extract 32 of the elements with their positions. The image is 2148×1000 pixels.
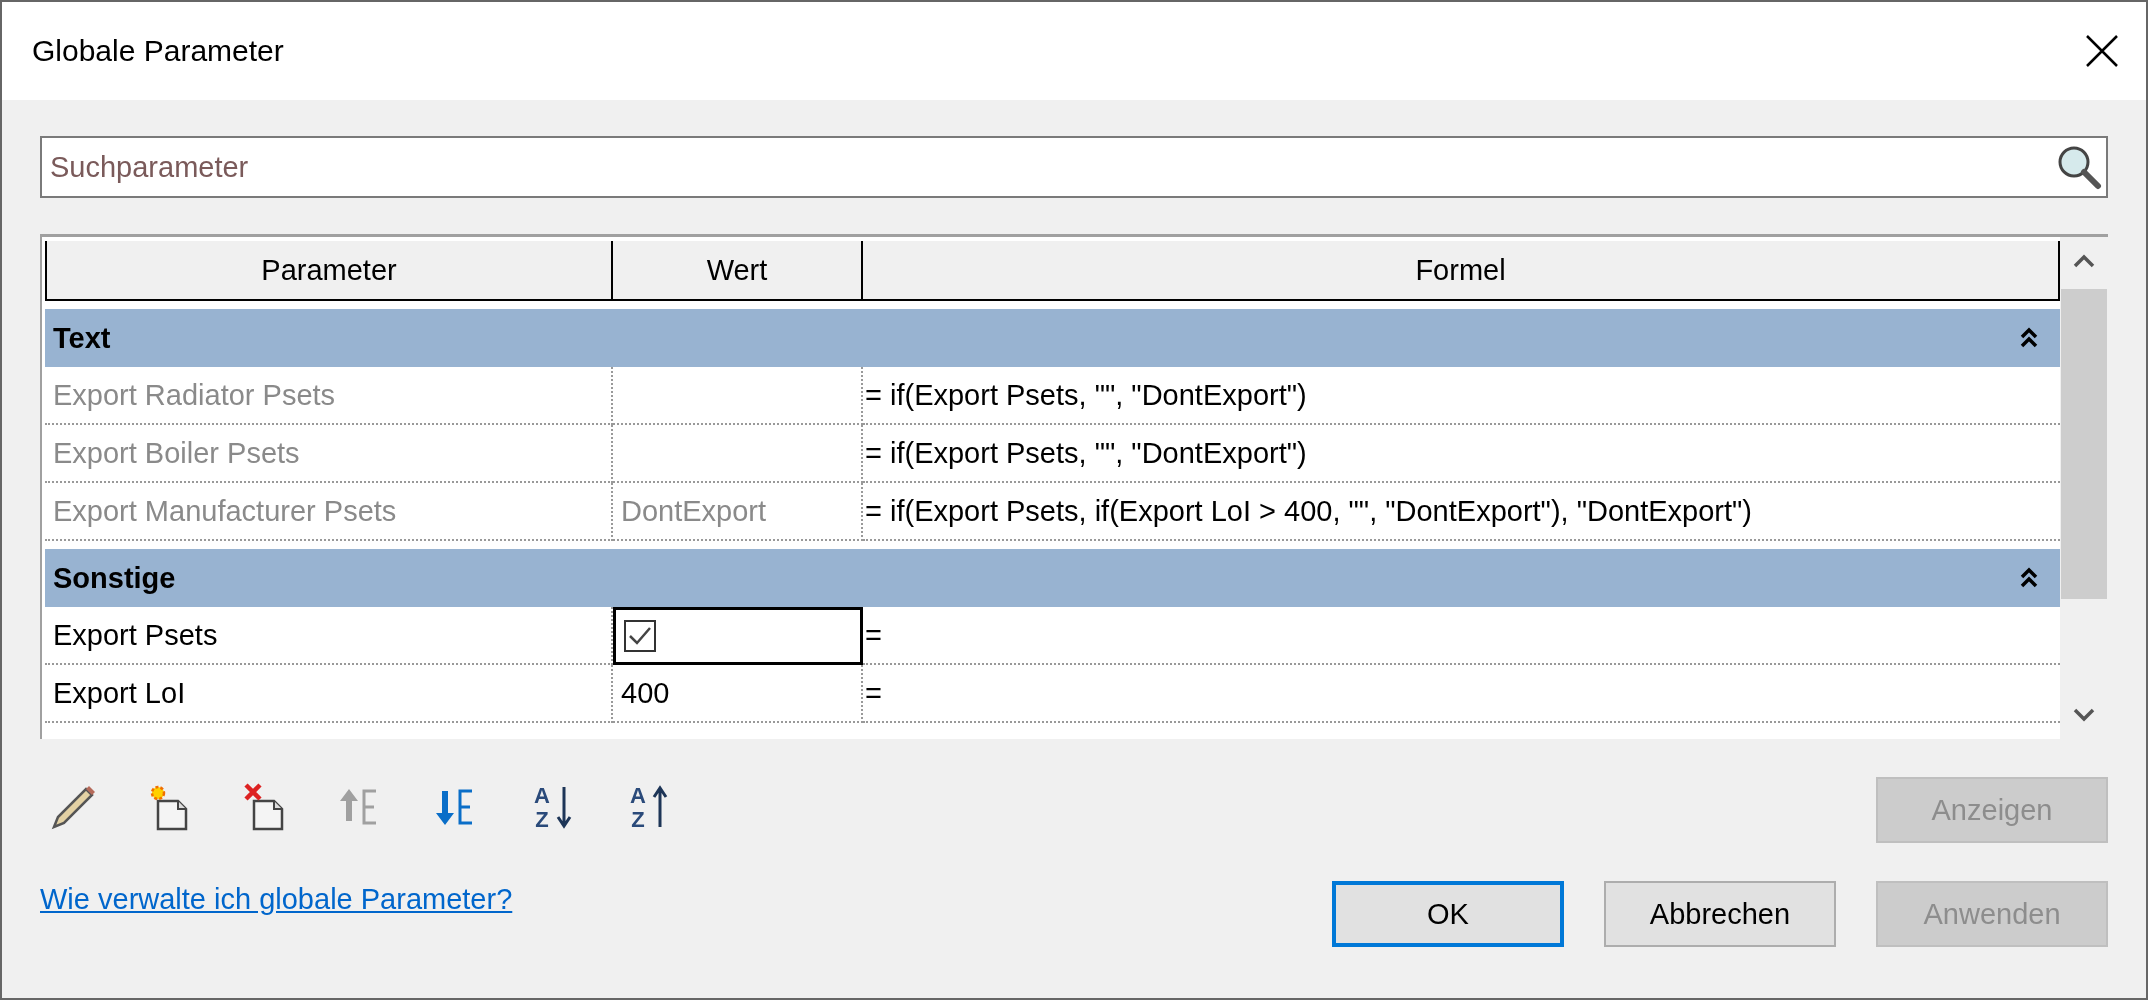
value-cell[interactable]: 400 [613,665,863,723]
formula-cell: = [863,665,2060,723]
formula-cell: = if(Export Psets, "", "DontExport") [863,367,2060,425]
collapse-icon[interactable] [2020,567,2038,589]
search-icon[interactable] [2056,144,2102,190]
sort-descending-button[interactable]: A Z [624,781,676,833]
scroll-up-icon[interactable] [2073,254,2095,268]
column-header[interactable]: Formel [863,241,2060,301]
dialog-button[interactable]: OK [1332,881,1564,947]
formula-cell: = if(Export Psets, if(Export LoI > 400, "", "DontExport"), "DontExport") [863,483,2060,541]
formula-cell: = if(Export Psets, "", "DontExport") [863,425,2060,483]
window-title: Globale Parameter [32,34,284,68]
parameter-cell: Export Manufacturer Psets [45,483,613,541]
sort-ascending-button[interactable]: A Z [528,781,580,833]
formula-cell: = [863,607,2060,665]
scroll-down-icon[interactable] [2073,708,2095,722]
search-field[interactable]: Suchparameter [40,136,2108,198]
group-header[interactable]: Text [45,309,2060,367]
parameter-cell: Export Boiler Psets [45,425,613,483]
group-header[interactable]: Sonstige [45,549,2060,607]
checkbox[interactable] [624,620,656,652]
group-label: Text [53,321,111,355]
scroll-thumb[interactable] [2061,289,2107,599]
parameter-cell: Export Psets [45,607,613,665]
group-label: Sonstige [53,561,176,595]
column-header[interactable]: Wert [613,241,863,301]
dialog-button[interactable]: Abbrechen [1604,881,1836,947]
help-link[interactable]: Wie verwalte ich globale Parameter? [40,883,513,916]
collapse-icon[interactable] [2020,327,2038,349]
parameter-cell: Export Radiator Psets [45,367,613,425]
column-header[interactable]: Parameter [45,241,613,301]
parameter-cell: Export LoI [45,665,613,723]
